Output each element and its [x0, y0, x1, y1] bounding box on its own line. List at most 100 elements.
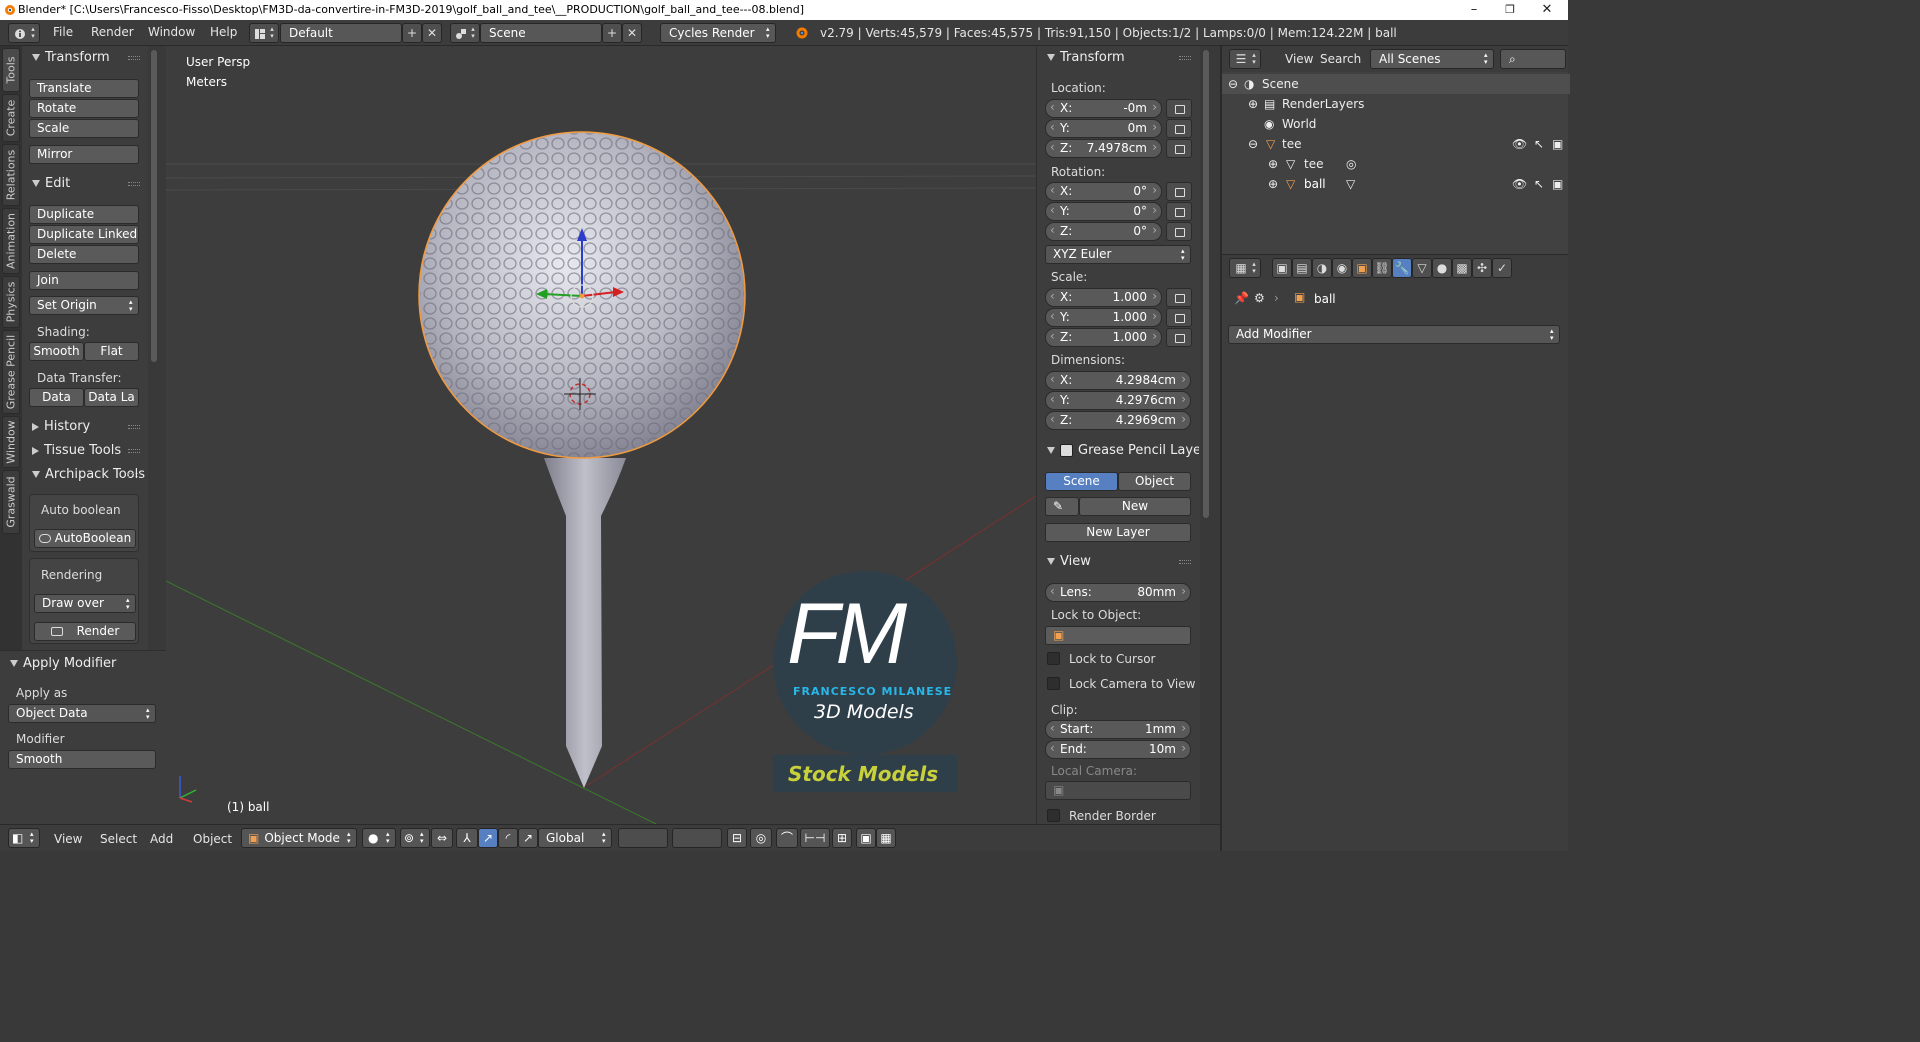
translate-button[interactable]: Translate: [29, 79, 139, 98]
menu-render[interactable]: Render: [91, 25, 134, 39]
scene-field[interactable]: Scene: [480, 23, 602, 43]
expand-icon[interactable]: ⊕: [1248, 94, 1258, 114]
rotate-manipulator-icon[interactable]: ◜: [498, 828, 518, 848]
tab-create[interactable]: Create: [2, 94, 20, 142]
translate-manipulator-icon[interactable]: ↗: [478, 828, 498, 848]
tab-relations[interactable]: Relations: [2, 144, 20, 206]
lock-location-y-icon[interactable]: [1166, 119, 1192, 138]
scale-x-field[interactable]: X:1.000: [1045, 288, 1162, 307]
lock-rotation-y-icon[interactable]: [1166, 202, 1192, 221]
add-modifier-dropdown[interactable]: Add Modifier: [1228, 325, 1560, 344]
menu-help[interactable]: Help: [210, 25, 237, 39]
manipulate-center-icon[interactable]: ⇔: [431, 828, 453, 848]
dimension-z-field[interactable]: Z:4.2969cm: [1045, 411, 1191, 430]
drag-grip-icon[interactable]: [128, 56, 140, 60]
scale-manipulator-icon[interactable]: ↗: [518, 828, 538, 848]
render-engine-dropdown[interactable]: Cycles Render: [660, 23, 776, 43]
menu-file[interactable]: File: [53, 25, 73, 39]
dimension-y-field[interactable]: Y:4.2976cm: [1045, 391, 1191, 410]
render-tab-icon[interactable]: ▣: [1272, 258, 1292, 278]
menu-select[interactable]: Select: [100, 832, 137, 846]
outliner-row-renderlayers[interactable]: ⊕ ▤ RenderLayers: [1222, 94, 1570, 114]
snap-element-dropdown[interactable]: ⊢⊣: [800, 828, 830, 848]
draw-over-dropdown[interactable]: Draw over: [34, 594, 136, 613]
menu-object[interactable]: Object: [193, 832, 232, 846]
gp-pencil-dropdown[interactable]: ✎: [1045, 497, 1079, 516]
selectable-arrow-icon[interactable]: ↖: [1534, 134, 1544, 154]
lock-camera-checkbox[interactable]: [1047, 677, 1060, 690]
clip-end-field[interactable]: End:10m: [1045, 740, 1191, 759]
renderable-camera-icon[interactable]: ▣: [1552, 134, 1563, 154]
gp-new-layer-button[interactable]: New Layer: [1045, 523, 1191, 542]
proportional-edit-icon[interactable]: ◎: [750, 828, 772, 848]
scale-z-field[interactable]: Z:1.000: [1045, 328, 1162, 347]
menu-window[interactable]: Window: [148, 25, 195, 39]
panel-header-tissue-tools[interactable]: Tissue Tools: [22, 440, 148, 462]
snap-target-icon[interactable]: ⊞: [832, 828, 852, 848]
tab-animation[interactable]: Animation: [2, 208, 20, 274]
snap-icon[interactable]: ⌒: [776, 828, 798, 848]
scene-tab-icon[interactable]: ◑: [1312, 258, 1332, 278]
scene-icon-button[interactable]: [450, 23, 480, 43]
pin-icon[interactable]: 📌: [1234, 291, 1249, 305]
lock-rotation-x-icon[interactable]: [1166, 182, 1192, 201]
visibility-eye-icon[interactable]: 👁: [1512, 134, 1527, 154]
selectable-arrow-icon[interactable]: ↖: [1534, 174, 1544, 194]
location-y-field[interactable]: Y:0m: [1045, 119, 1162, 138]
drag-grip-icon[interactable]: [128, 425, 140, 429]
pivot-point-dropdown[interactable]: ⊚: [400, 828, 430, 848]
screen-layout-field[interactable]: Default: [280, 23, 402, 43]
render-layers-tab-icon[interactable]: ▤: [1292, 258, 1312, 278]
particles-tab-icon[interactable]: ✣: [1472, 258, 1492, 278]
panel-header-edit[interactable]: Edit: [22, 173, 148, 195]
physics-tab-icon[interactable]: ✓: [1492, 258, 1512, 278]
render-button[interactable]: Render: [34, 622, 136, 641]
panel-header-transform[interactable]: Transform: [22, 47, 148, 69]
outliner-menu-view[interactable]: View: [1285, 52, 1313, 66]
outliner-search-field[interactable]: ⌕: [1500, 49, 1566, 69]
editor-type-outliner-button[interactable]: ☰: [1229, 49, 1261, 69]
clip-start-field[interactable]: Start:1mm: [1045, 720, 1191, 739]
expand-icon[interactable]: ⊕: [1268, 154, 1278, 174]
duplicate-button[interactable]: Duplicate: [29, 205, 139, 224]
rotate-button[interactable]: Rotate: [29, 99, 139, 118]
maximize-button[interactable]: ❐: [1491, 0, 1529, 20]
interaction-mode-dropdown[interactable]: ▣ Object Mode: [241, 828, 357, 848]
menu-add[interactable]: Add: [150, 832, 173, 846]
material-tab-icon[interactable]: ●: [1432, 258, 1452, 278]
local-camera-field[interactable]: ▣: [1045, 781, 1191, 800]
properties-region-scrollbar[interactable]: [1203, 50, 1209, 518]
renderable-camera-icon[interactable]: ▣: [1552, 174, 1563, 194]
grease-pencil-layer-checkbox[interactable]: [1060, 444, 1073, 457]
lens-field[interactable]: Lens:80mm: [1045, 583, 1191, 602]
apply-as-dropdown[interactable]: Object Data: [8, 704, 156, 723]
layers-row-2-icon[interactable]: [672, 828, 722, 848]
outliner-row-world[interactable]: ◉ World: [1222, 114, 1570, 134]
duplicate-linked-button[interactable]: Duplicate Linked: [29, 225, 139, 244]
add-layout-button[interactable]: +: [402, 23, 422, 43]
world-tab-icon[interactable]: ◉: [1332, 258, 1352, 278]
join-button[interactable]: Join: [29, 271, 139, 290]
tab-graswald[interactable]: Graswald: [2, 470, 20, 534]
render-border-checkbox[interactable]: [1047, 809, 1060, 822]
set-origin-dropdown[interactable]: Set Origin: [29, 296, 139, 315]
minimize-button[interactable]: –: [1455, 0, 1493, 20]
gp-scene-toggle[interactable]: Scene: [1045, 472, 1118, 491]
tab-physics[interactable]: Physics: [2, 276, 20, 328]
lock-location-z-icon[interactable]: [1166, 139, 1192, 158]
screen-layout-icon-button[interactable]: [249, 23, 279, 43]
modifier-name-field[interactable]: Smooth: [8, 750, 156, 769]
object-tab-icon[interactable]: ▣: [1352, 258, 1372, 278]
editor-type-3d-view-button[interactable]: ◧: [8, 828, 40, 848]
outliner-row-ball[interactable]: ⊕ ▽ ball ▽ 👁 ↖ ▣: [1222, 174, 1570, 194]
rotation-mode-dropdown[interactable]: XYZ Euler: [1045, 245, 1191, 264]
rotation-x-field[interactable]: X:0°: [1045, 182, 1162, 201]
viewport-shading-dropdown[interactable]: ●: [362, 828, 396, 848]
tee-object[interactable]: [544, 458, 626, 788]
scale-y-field[interactable]: Y:1.000: [1045, 308, 1162, 327]
autoboolean-button[interactable]: AutoBoolean: [34, 529, 136, 548]
tab-tools[interactable]: Tools: [2, 48, 20, 92]
3d-viewport[interactable]: User Persp Meters (1) ball FM FRANCESCO …: [166, 46, 1036, 824]
lock-layers-icon[interactable]: ⊟: [727, 828, 747, 848]
transform-orientation-dropdown[interactable]: Global: [538, 828, 612, 848]
